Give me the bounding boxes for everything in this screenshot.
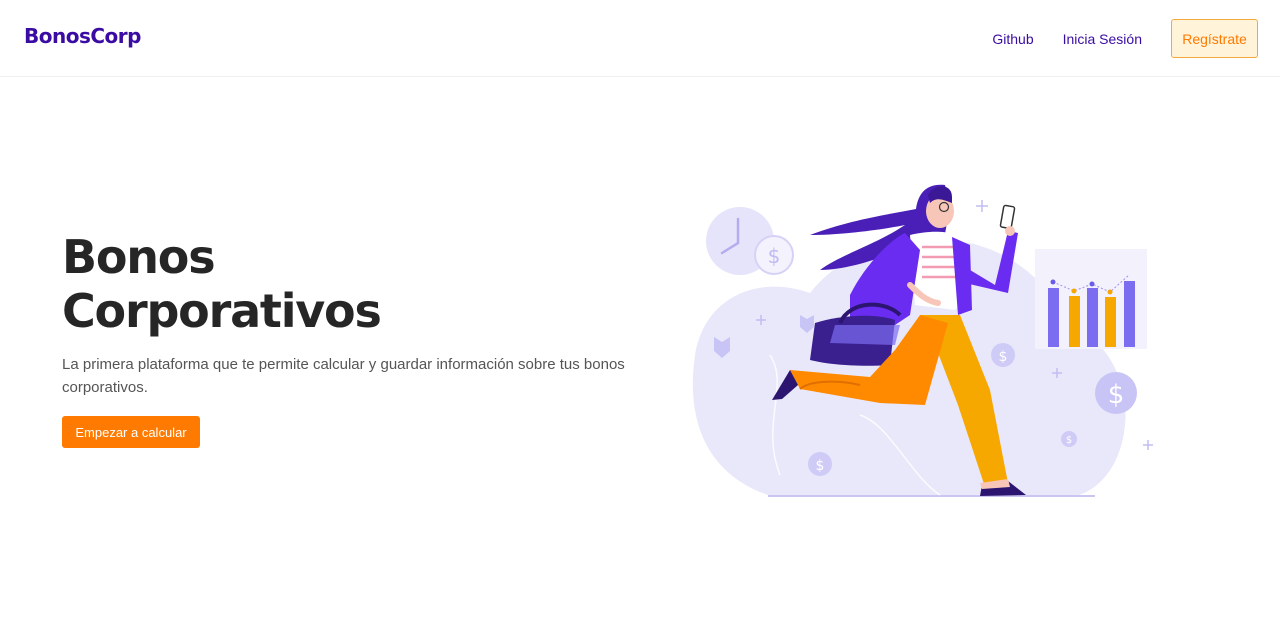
phone-icon — [999, 204, 1016, 230]
nav-link-github[interactable]: Github — [992, 20, 1033, 58]
bar-chart-icon — [1035, 249, 1147, 349]
dollar-coin-icon: $ — [1095, 372, 1137, 414]
start-calculating-button[interactable]: Empezar a calcular — [62, 416, 200, 448]
svg-text:$: $ — [816, 458, 825, 474]
hero-description: La primera plataforma que te permite cal… — [62, 356, 625, 396]
nav-links: Github Inicia Sesión Regístrate — [992, 19, 1258, 58]
svg-text:$: $ — [999, 349, 1008, 365]
dollar-coin-icon: $ — [1061, 431, 1077, 447]
navbar: BonosCorp Github Inicia Sesión Regístrat… — [0, 0, 1280, 77]
hero-title-line-1: Bonos — [62, 230, 216, 284]
hero-illustration: $ $ $ $ $ — [692, 184, 1153, 497]
dollar-coin-icon: $ — [754, 235, 794, 275]
svg-text:$: $ — [1108, 380, 1125, 410]
dollar-coin-icon: $ — [808, 452, 832, 476]
dollar-coin-icon: $ — [991, 343, 1015, 367]
hero-title-line-2: Corporativos — [62, 284, 382, 338]
nav-link-login[interactable]: Inicia Sesión — [1063, 20, 1142, 58]
svg-text:$: $ — [1066, 435, 1072, 446]
hero-title: Bonos Corporativos — [62, 230, 482, 338]
svg-text:$: $ — [768, 244, 781, 268]
brand-logo[interactable]: BonosCorp — [24, 24, 141, 48]
register-button[interactable]: Regístrate — [1171, 19, 1258, 58]
